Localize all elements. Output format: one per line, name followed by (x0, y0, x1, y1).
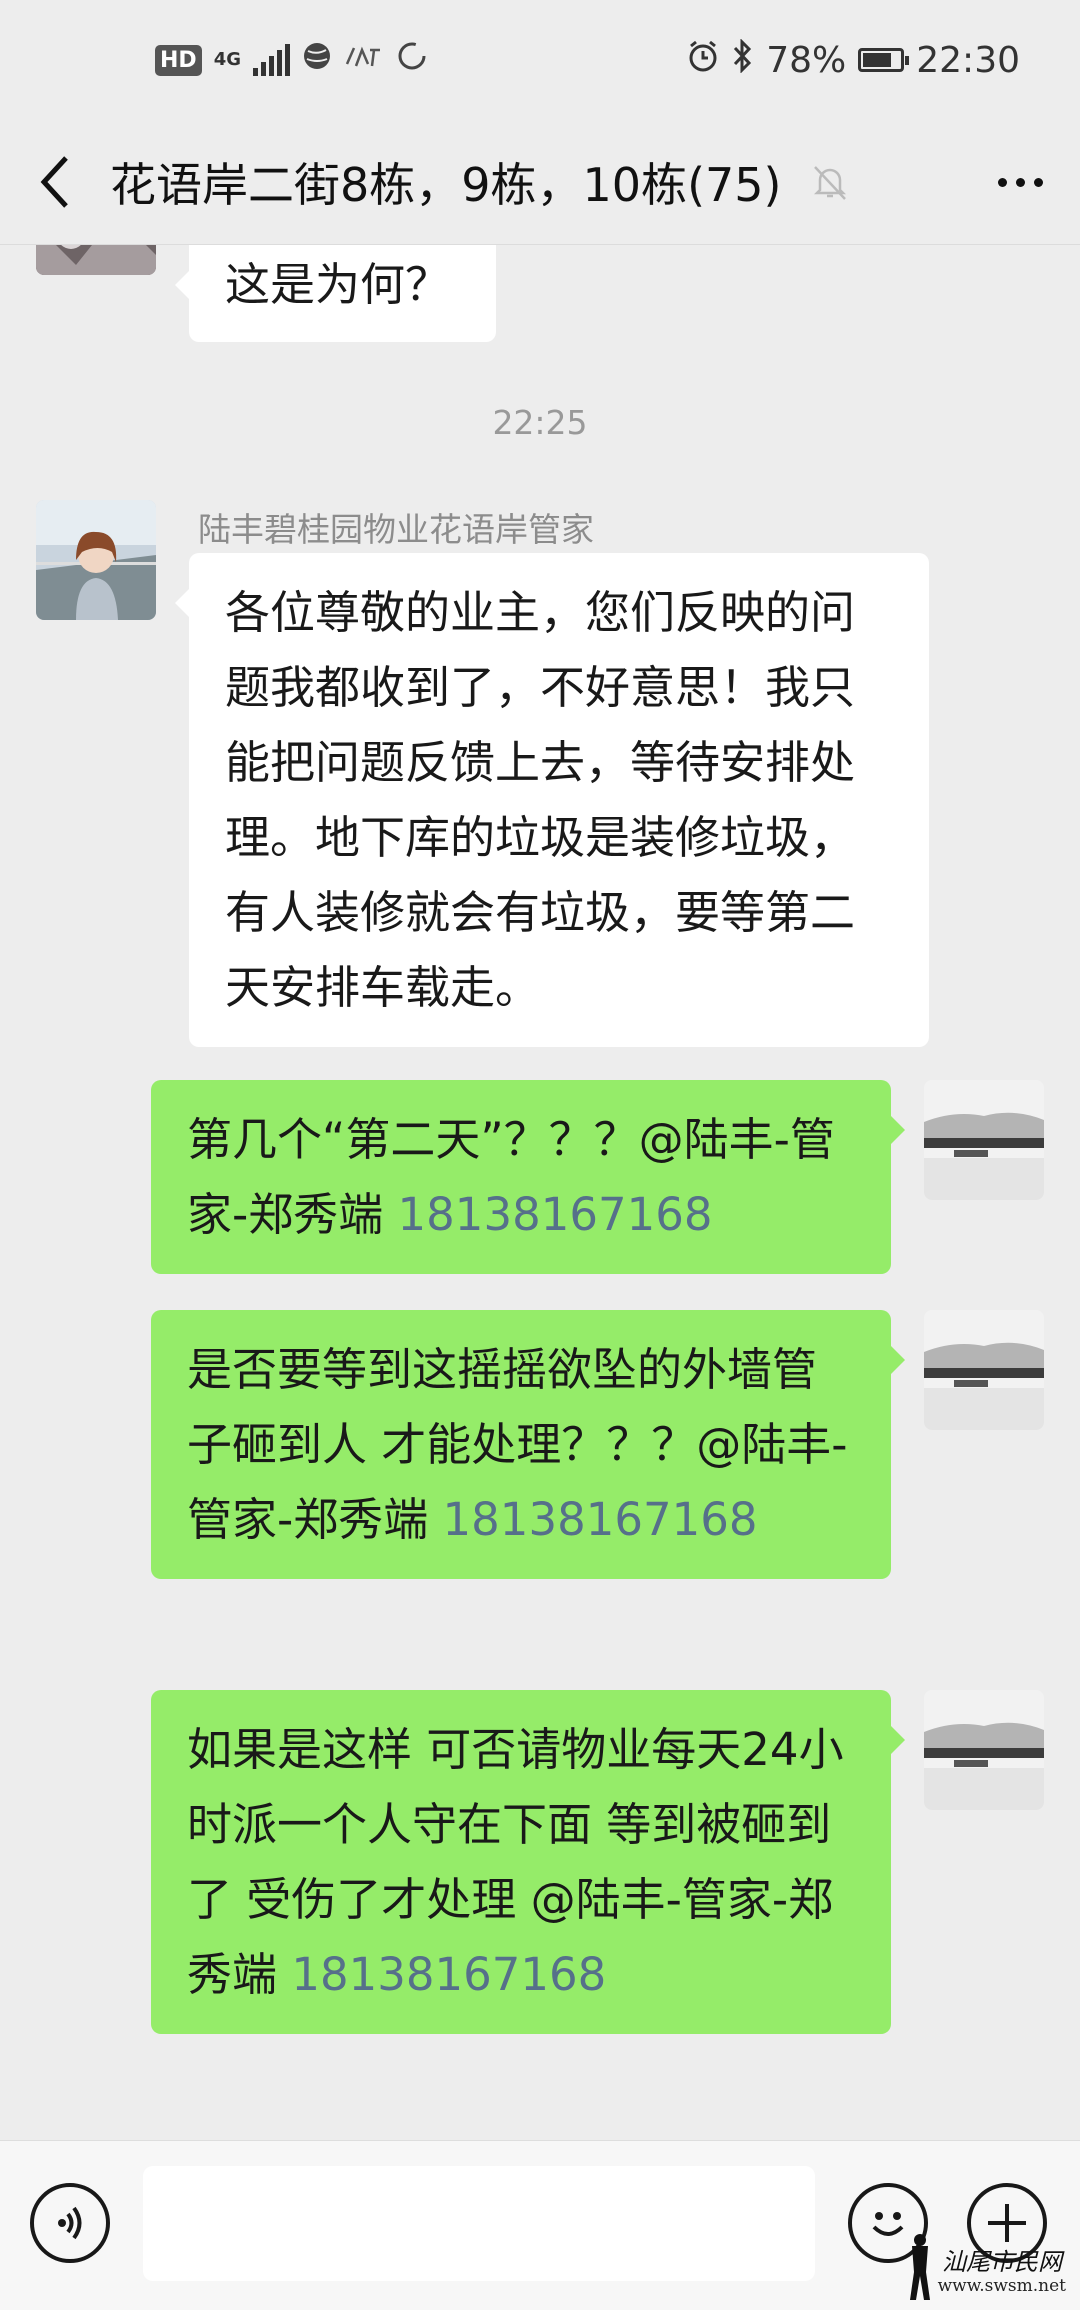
voice-button[interactable] (30, 2183, 110, 2263)
message-text: 各位尊敬的业主，您们反映的问题我都收到了，不好意思！我只能把问题反馈上去，等待安… (225, 586, 856, 1014)
app-notification-icon (344, 44, 384, 76)
battery-icon (858, 48, 910, 72)
phone-link[interactable]: 18138167168 (291, 1948, 606, 2001)
message-bubble-incoming[interactable]: 各位尊敬的业主，您们反映的问题我都收到了，不好意思！我只能把问题反馈上去，等待安… (175, 553, 929, 1047)
hd-icon: HD (155, 44, 202, 76)
message-bubble-outgoing[interactable]: 如果是这样 可否请物业每天24小时派一个人守在下面 等到被砸到了 受伤了才处理 … (151, 1690, 905, 2034)
mute-bell-icon (813, 166, 846, 200)
avatar-self[interactable] (924, 1080, 1044, 1200)
avatar[interactable] (36, 245, 156, 275)
signal-icon (253, 44, 290, 76)
message-text: 这是为何？ (225, 258, 451, 311)
message-bubble-outgoing[interactable]: 是否要等到这摇摇欲坠的外墙管子砸到人 才能处理？？？@陆丰-管家-郑秀端 181… (151, 1310, 905, 1579)
battery-percent: 78% (766, 39, 847, 81)
chat-title: 花语岸二街8栋，9栋，10栋(75) (110, 158, 782, 212)
globe-icon (302, 40, 332, 80)
alarm-icon (686, 39, 720, 82)
message-list[interactable]: 这是为何？ 22:25 陆丰碧桂园物业花语岸管家 各位尊敬的业主，您们反映的问题… (0, 245, 1080, 2140)
more-button[interactable] (960, 120, 1080, 244)
back-button[interactable] (0, 120, 110, 244)
avatar-self[interactable] (924, 1690, 1044, 1810)
avatar-self[interactable] (924, 1310, 1044, 1430)
clock: 22:30 (916, 39, 1020, 81)
status-right: 78% 22:30 (686, 37, 1020, 82)
status-left: HD 4G (155, 40, 428, 81)
svg-text:汕尾市民网: 汕尾市民网 (942, 2248, 1065, 2276)
message-timestamp: 22:25 (492, 403, 588, 442)
status-bar: HD 4G 78% 22:30 (0, 0, 1080, 120)
voice-icon (58, 2206, 82, 2240)
phone-link[interactable]: 18138167168 (443, 1493, 758, 1546)
back-arrow-icon (40, 156, 68, 208)
chat-header: 花语岸二街8栋，9栋，10栋(75) (0, 120, 1080, 245)
more-icon (997, 177, 1007, 187)
sync-icon (396, 40, 428, 81)
message-bubble-incoming[interactable]: 这是为何？ (175, 245, 496, 342)
avatar[interactable] (36, 500, 156, 620)
site-watermark: 汕尾市民网 www.swsm.net (902, 2224, 1072, 2304)
network-type: 4G (213, 49, 241, 70)
phone-link[interactable]: 18138167168 (398, 1188, 713, 1241)
message-bubble-outgoing[interactable]: 第几个“第二天”？？？@陆丰-管家-郑秀端 18138167168 (151, 1080, 905, 1274)
message-input[interactable] (143, 2166, 815, 2281)
sender-name: 陆丰碧桂园物业花语岸管家 (198, 510, 594, 549)
bluetooth-icon (732, 37, 754, 82)
watermark-site: www.swsm.net (937, 2276, 1066, 2296)
